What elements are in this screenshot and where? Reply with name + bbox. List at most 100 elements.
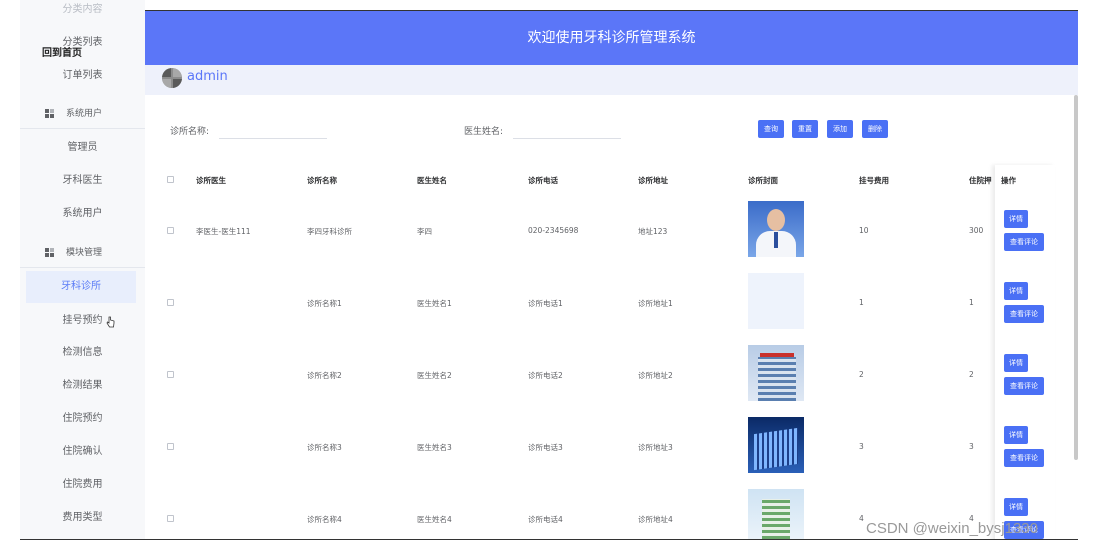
sidebar-item-appointment[interactable]: 挂号预约 <box>20 305 145 337</box>
cell-name: 李四 <box>417 227 432 236</box>
cell-address: 诊所地址3 <box>638 443 673 452</box>
sidebar-divider <box>20 267 145 268</box>
sidebar-item-ghost[interactable]: 分类内容 <box>20 0 145 26</box>
cell-deposit: 300 <box>969 226 984 235</box>
column-header: 住院押 <box>969 176 992 185</box>
cell-address: 地址123 <box>638 227 668 236</box>
column-header: 医生姓名 <box>417 176 447 185</box>
delete-button[interactable]: 删除 <box>862 120 888 138</box>
detail-button[interactable]: 详情 <box>1004 354 1028 372</box>
clinic-name-label: 诊所名称: <box>170 127 210 137</box>
row-checkbox[interactable] <box>167 299 174 306</box>
user-bar: admin <box>145 65 1078 95</box>
cell-address: 诊所地址4 <box>638 515 673 524</box>
sidebar-item-hospital-fee[interactable]: 住院费用 <box>20 469 145 501</box>
cell-name: 医生姓名4 <box>417 515 452 524</box>
frame-bottom-border <box>20 539 1078 540</box>
cell-address: 诊所地址1 <box>638 299 673 308</box>
column-header: 诊所地址 <box>638 176 668 185</box>
cell-address: 诊所地址2 <box>638 371 673 380</box>
reset-button[interactable]: 重置 <box>792 120 818 138</box>
detail-button[interactable]: 详情 <box>1004 498 1028 516</box>
cell-deposit: 1 <box>969 298 974 307</box>
select-all-checkbox[interactable] <box>167 176 174 183</box>
view-reviews-button[interactable]: 查看评论 <box>1004 377 1044 395</box>
sidebar-divider <box>20 128 145 129</box>
cover-image-building <box>748 345 804 401</box>
sidebar-item-admin[interactable]: 管理员 <box>20 132 145 164</box>
cell-doctor: 李医生-医生111 <box>196 227 251 236</box>
sidebar-item-hospital-booking[interactable]: 住院预约 <box>20 403 145 435</box>
sidebar-item-system-user[interactable]: 系统用户 <box>20 198 145 230</box>
cell-fee: 3 <box>859 442 864 451</box>
cell-clinic: 诊所名称3 <box>307 443 342 452</box>
cell-fee: 10 <box>859 226 869 235</box>
clinic-name-input[interactable] <box>219 123 327 139</box>
column-header: 诊所名称 <box>307 176 337 185</box>
row-checkbox[interactable] <box>167 371 174 378</box>
page-header: 欢迎使用牙科诊所管理系统 <box>145 11 1078 65</box>
cell-fee: 1 <box>859 298 864 307</box>
page-title: 欢迎使用牙科诊所管理系统 <box>527 30 696 46</box>
detail-button[interactable]: 详情 <box>1004 282 1028 300</box>
column-header: 诊所电话 <box>528 176 558 185</box>
sidebar-group-modules[interactable]: 模块管理 <box>20 238 145 268</box>
sidebar-group-label: 模块管理 <box>66 248 103 258</box>
sidebar-item-dentist[interactable]: 牙科医生 <box>20 165 145 197</box>
sidebar-item-fee-type[interactable]: 费用类型 <box>20 502 145 534</box>
cell-fee: 2 <box>859 370 864 379</box>
sidebar-item-hospital-confirm[interactable]: 住院确认 <box>20 436 145 468</box>
cell-name: 医生姓名1 <box>417 299 452 308</box>
row-checkbox[interactable] <box>167 443 174 450</box>
vertical-scrollbar[interactable] <box>1074 95 1078 460</box>
cell-phone: 020-2345698 <box>528 226 579 235</box>
query-button[interactable]: 查询 <box>758 120 784 138</box>
cell-clinic: 诊所名称2 <box>307 371 342 380</box>
view-reviews-button[interactable]: 查看评论 <box>1004 449 1044 467</box>
cover-image-building <box>748 417 804 473</box>
cell-clinic: 诊所名称1 <box>307 299 342 308</box>
home-link[interactable]: 回到首页 <box>42 44 82 59</box>
column-header: 诊所医生 <box>196 176 226 185</box>
username: admin <box>187 69 228 84</box>
cell-clinic: 李四牙科诊所 <box>307 227 352 236</box>
detail-button[interactable]: 详情 <box>1004 210 1028 228</box>
cell-name: 医生姓名3 <box>417 443 452 452</box>
cell-deposit: 3 <box>969 442 974 451</box>
actions-column: 操作 详情 查看评论 详情 查看评论 详情 查看评论 详情 查看评论 详情 查看… <box>995 165 1055 540</box>
cell-phone: 诊所电话2 <box>528 371 563 380</box>
cell-fee: 4 <box>859 514 864 523</box>
cell-deposit: 2 <box>969 370 974 379</box>
module-icon <box>45 248 54 257</box>
sidebar-item-order-list[interactable]: 订单列表 <box>20 60 145 92</box>
cover-image-empty <box>748 273 804 329</box>
row-checkbox[interactable] <box>167 515 174 522</box>
row-checkbox[interactable] <box>167 227 174 234</box>
sidebar-group-system-users[interactable]: 系统用户 <box>20 99 145 129</box>
sidebar-item-dental-clinic[interactable]: 牙科诊所 <box>26 271 136 303</box>
doctor-name-label: 医生姓名: <box>464 127 504 137</box>
sidebar-item-test-result[interactable]: 检测结果 <box>20 370 145 402</box>
sidebar-item-category-list[interactable]: 分类列表 <box>20 27 145 59</box>
watermark: CSDN @weixin_bysj1330 <box>866 520 1038 537</box>
main-content: 诊所名称: 医生姓名: 查询 重置 添加 删除 诊所医生 诊所名称 医生姓名 诊… <box>145 95 1078 540</box>
sidebar-item-test-info[interactable]: 检测信息 <box>20 337 145 369</box>
doctor-name-input[interactable] <box>513 123 621 139</box>
cell-name: 医生姓名2 <box>417 371 452 380</box>
add-button[interactable]: 添加 <box>827 120 853 138</box>
module-icon <box>45 109 54 118</box>
column-header: 挂号费用 <box>859 176 889 185</box>
column-header: 诊所封面 <box>748 176 778 185</box>
sidebar-group-label: 系统用户 <box>66 109 103 119</box>
cell-phone: 诊所电话1 <box>528 299 563 308</box>
view-reviews-button[interactable]: 查看评论 <box>1004 305 1044 323</box>
detail-button[interactable]: 详情 <box>1004 426 1028 444</box>
view-reviews-button[interactable]: 查看评论 <box>1004 233 1044 251</box>
cell-phone: 诊所电话3 <box>528 443 563 452</box>
avatar[interactable] <box>162 68 182 88</box>
cell-phone: 诊所电话4 <box>528 515 563 524</box>
cell-clinic: 诊所名称4 <box>307 515 342 524</box>
column-header: 操作 <box>1001 176 1016 185</box>
sidebar: 分类内容 分类列表 回到首页 订单列表 系统用户 管理员 牙科医生 系统用户 模… <box>20 0 145 540</box>
cover-image-doctor <box>748 201 804 257</box>
